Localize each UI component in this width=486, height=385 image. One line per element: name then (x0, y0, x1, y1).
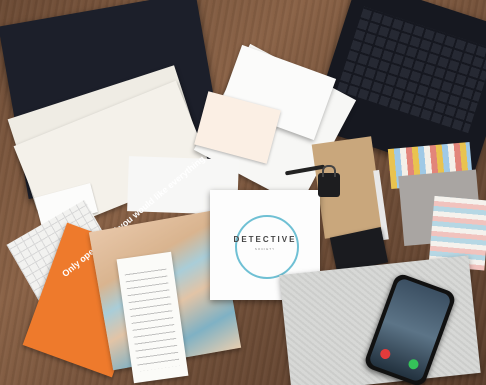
detective-subtitle: SOCIETY (254, 247, 276, 251)
receipt-lines (124, 266, 180, 372)
accept-call-icon (407, 357, 420, 371)
padlock (318, 165, 340, 197)
notebook-stack (387, 141, 486, 271)
keyboard (336, 6, 486, 134)
photo-scene: Only open this if you would like everyth… (0, 0, 486, 385)
decline-call-icon (378, 347, 392, 361)
detective-title: DETECTIVE (233, 235, 297, 244)
